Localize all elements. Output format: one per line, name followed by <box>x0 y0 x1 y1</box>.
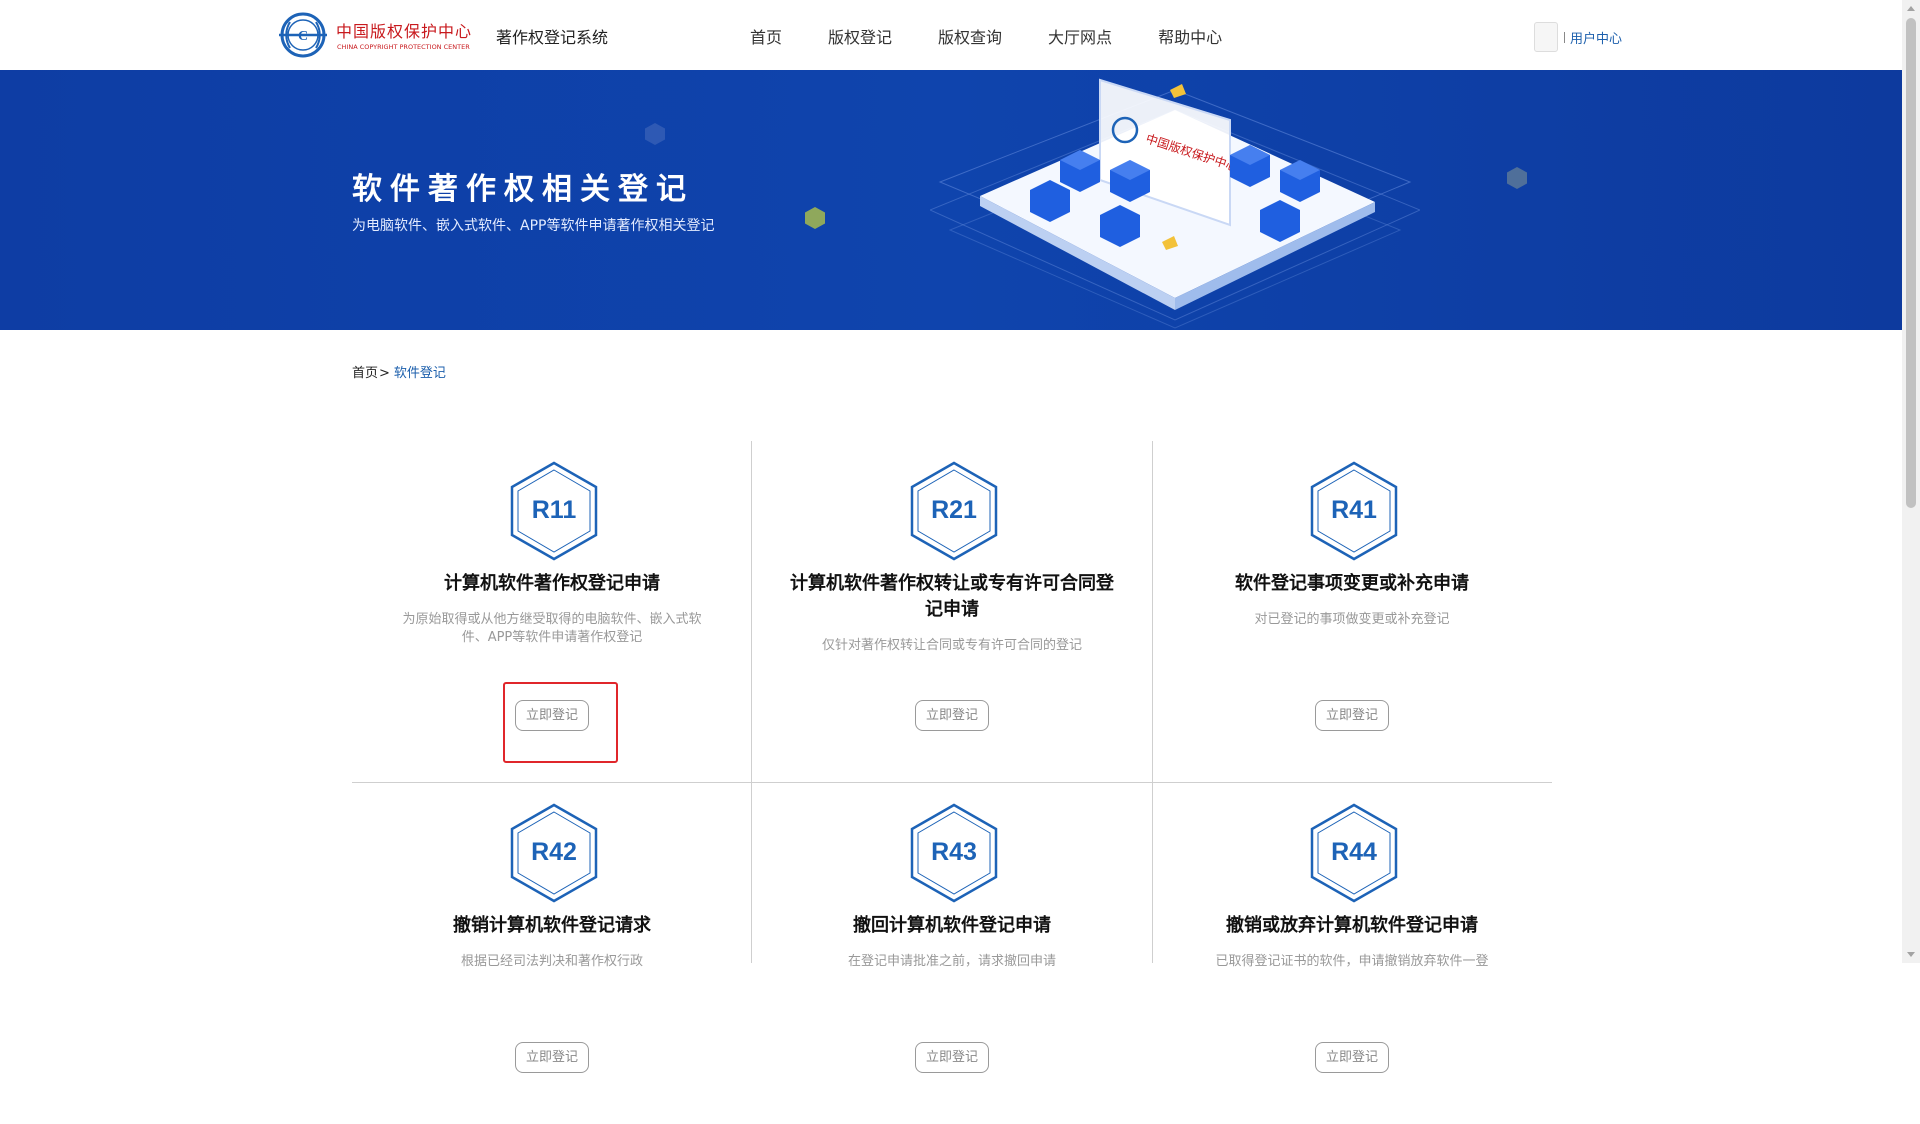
site-logo[interactable]: C 中国版权保护中心 CHINA COPYRIGHT PROTECTION CE… <box>276 10 481 60</box>
nav-home[interactable]: 首页 <box>750 24 782 47</box>
main-nav: 首页 版权登记 版权查询 大厅网点 帮助中心 <box>750 24 1222 47</box>
breadcrumb-current: 软件登记 <box>393 366 446 381</box>
register-now-button[interactable]: 立即登记 <box>915 1042 989 1073</box>
system-name: 著作权登记系统 <box>496 28 609 47</box>
card-code: R43 <box>931 838 977 866</box>
scrollbar-thumb[interactable] <box>1906 18 1916 508</box>
card-description: 为原始取得或从他方继受取得的电脑软件、嵌入式软件、APP等软件申请著作权登记 <box>402 612 702 645</box>
scroll-up-arrow-icon[interactable] <box>1902 0 1920 17</box>
breadcrumb-separator: > <box>379 366 390 381</box>
nav-copyright-registration[interactable]: 版权登记 <box>828 24 892 47</box>
nav-copyright-query[interactable]: 版权查询 <box>938 24 1002 47</box>
register-now-button[interactable]: 立即登记 <box>515 1042 589 1073</box>
hero-banner: 软件著作权相关登记 为电脑软件、嵌入式软件、APP等软件申请著作权相关登记 中国… <box>0 70 1902 330</box>
card-code: R11 <box>531 496 577 524</box>
decor-hexagon-icon <box>1507 167 1527 189</box>
card-title: 计算机软件著作权转让或专有许可合同登记申请 <box>790 573 1114 620</box>
card-code: R44 <box>1331 838 1377 866</box>
card-title: 撤销计算机软件登记请求 <box>453 915 651 936</box>
banner-title: 软件著作权相关登记 <box>352 172 694 207</box>
card-title: 撤销或放弃计算机软件登记申请 <box>1226 915 1478 936</box>
card-r21: R21 计算机软件著作权转让或专有许可合同登记申请 仅针对著作权转让合同或专有许… <box>752 441 1152 782</box>
user-menu[interactable]: 用户中心 <box>1534 22 1622 52</box>
banner-subtitle: 为电脑软件、嵌入式软件、APP等软件申请著作权相关登记 <box>352 218 715 234</box>
top-header: C 中国版权保护中心 CHINA COPYRIGHT PROTECTION CE… <box>0 0 1902 70</box>
card-r43: R43 撤回计算机软件登记申请 在登记申请批准之前，请求撤回申请 立即登记 <box>752 783 1152 1124</box>
card-r41: R41 软件登记事项变更或补充申请 对已登记的事项做变更或补充登记 立即登记 <box>1152 441 1552 782</box>
breadcrumb: 首页> 软件登记 <box>352 362 446 381</box>
decor-hexagon-icon <box>645 123 665 145</box>
register-now-button[interactable]: 立即登记 <box>915 700 989 731</box>
card-code: R42 <box>531 838 577 866</box>
scroll-down-arrow-icon[interactable] <box>1902 946 1920 963</box>
card-title: 撤回计算机软件登记申请 <box>853 915 1051 936</box>
card-r44: R44 撤销或放弃计算机软件登记申请 已取得登记证书的软件，申请撤销放弃软件一登… <box>1152 783 1552 1124</box>
avatar[interactable] <box>1534 22 1558 52</box>
user-divider <box>1564 31 1565 43</box>
nav-service-halls[interactable]: 大厅网点 <box>1048 24 1112 47</box>
decor-hexagon-icon <box>805 207 825 229</box>
register-now-button[interactable]: 立即登记 <box>515 700 589 731</box>
card-code: R41 <box>1331 496 1377 524</box>
svg-text:C: C <box>298 29 308 44</box>
copyright-center-emblem-icon: C <box>279 12 327 58</box>
card-description: 对已登记的事项做变更或补充登记 <box>1254 612 1450 627</box>
logo-chinese-text: 中国版权保护中心 <box>336 22 473 41</box>
logo-english-text: CHINA COPYRIGHT PROTECTION CENTER <box>337 43 470 51</box>
nav-help-center[interactable]: 帮助中心 <box>1158 24 1222 47</box>
card-description: 根据已经司法判决和著作权行政 <box>460 954 643 969</box>
card-title: 软件登记事项变更或补充申请 <box>1235 573 1469 594</box>
page-scrollbar[interactable] <box>1902 0 1920 963</box>
card-code: R21 <box>931 496 977 524</box>
register-now-button[interactable]: 立即登记 <box>1315 1042 1389 1073</box>
card-r11: R11 计算机软件著作权登记申请 为原始取得或从他方继受取得的电脑软件、嵌入式软… <box>352 441 752 782</box>
user-center-link[interactable]: 用户中心 <box>1570 28 1622 47</box>
card-description: 仅针对著作权转让合同或专有许可合同的登记 <box>821 638 1082 653</box>
banner-illustration: 中国版权保护中心 <box>930 78 1420 329</box>
card-r42: R42 撤销计算机软件登记请求 根据已经司法判决和著作权行政 立即登记 <box>352 783 752 1124</box>
card-description: 在登记申请批准之前，请求撤回申请 <box>847 954 1056 969</box>
register-now-button[interactable]: 立即登记 <box>1315 700 1389 731</box>
card-description: 已取得登记证书的软件，申请撤销放弃软件一登 <box>1215 954 1489 969</box>
card-title: 计算机软件著作权登记申请 <box>444 573 660 594</box>
breadcrumb-home[interactable]: 首页 <box>352 366 378 381</box>
